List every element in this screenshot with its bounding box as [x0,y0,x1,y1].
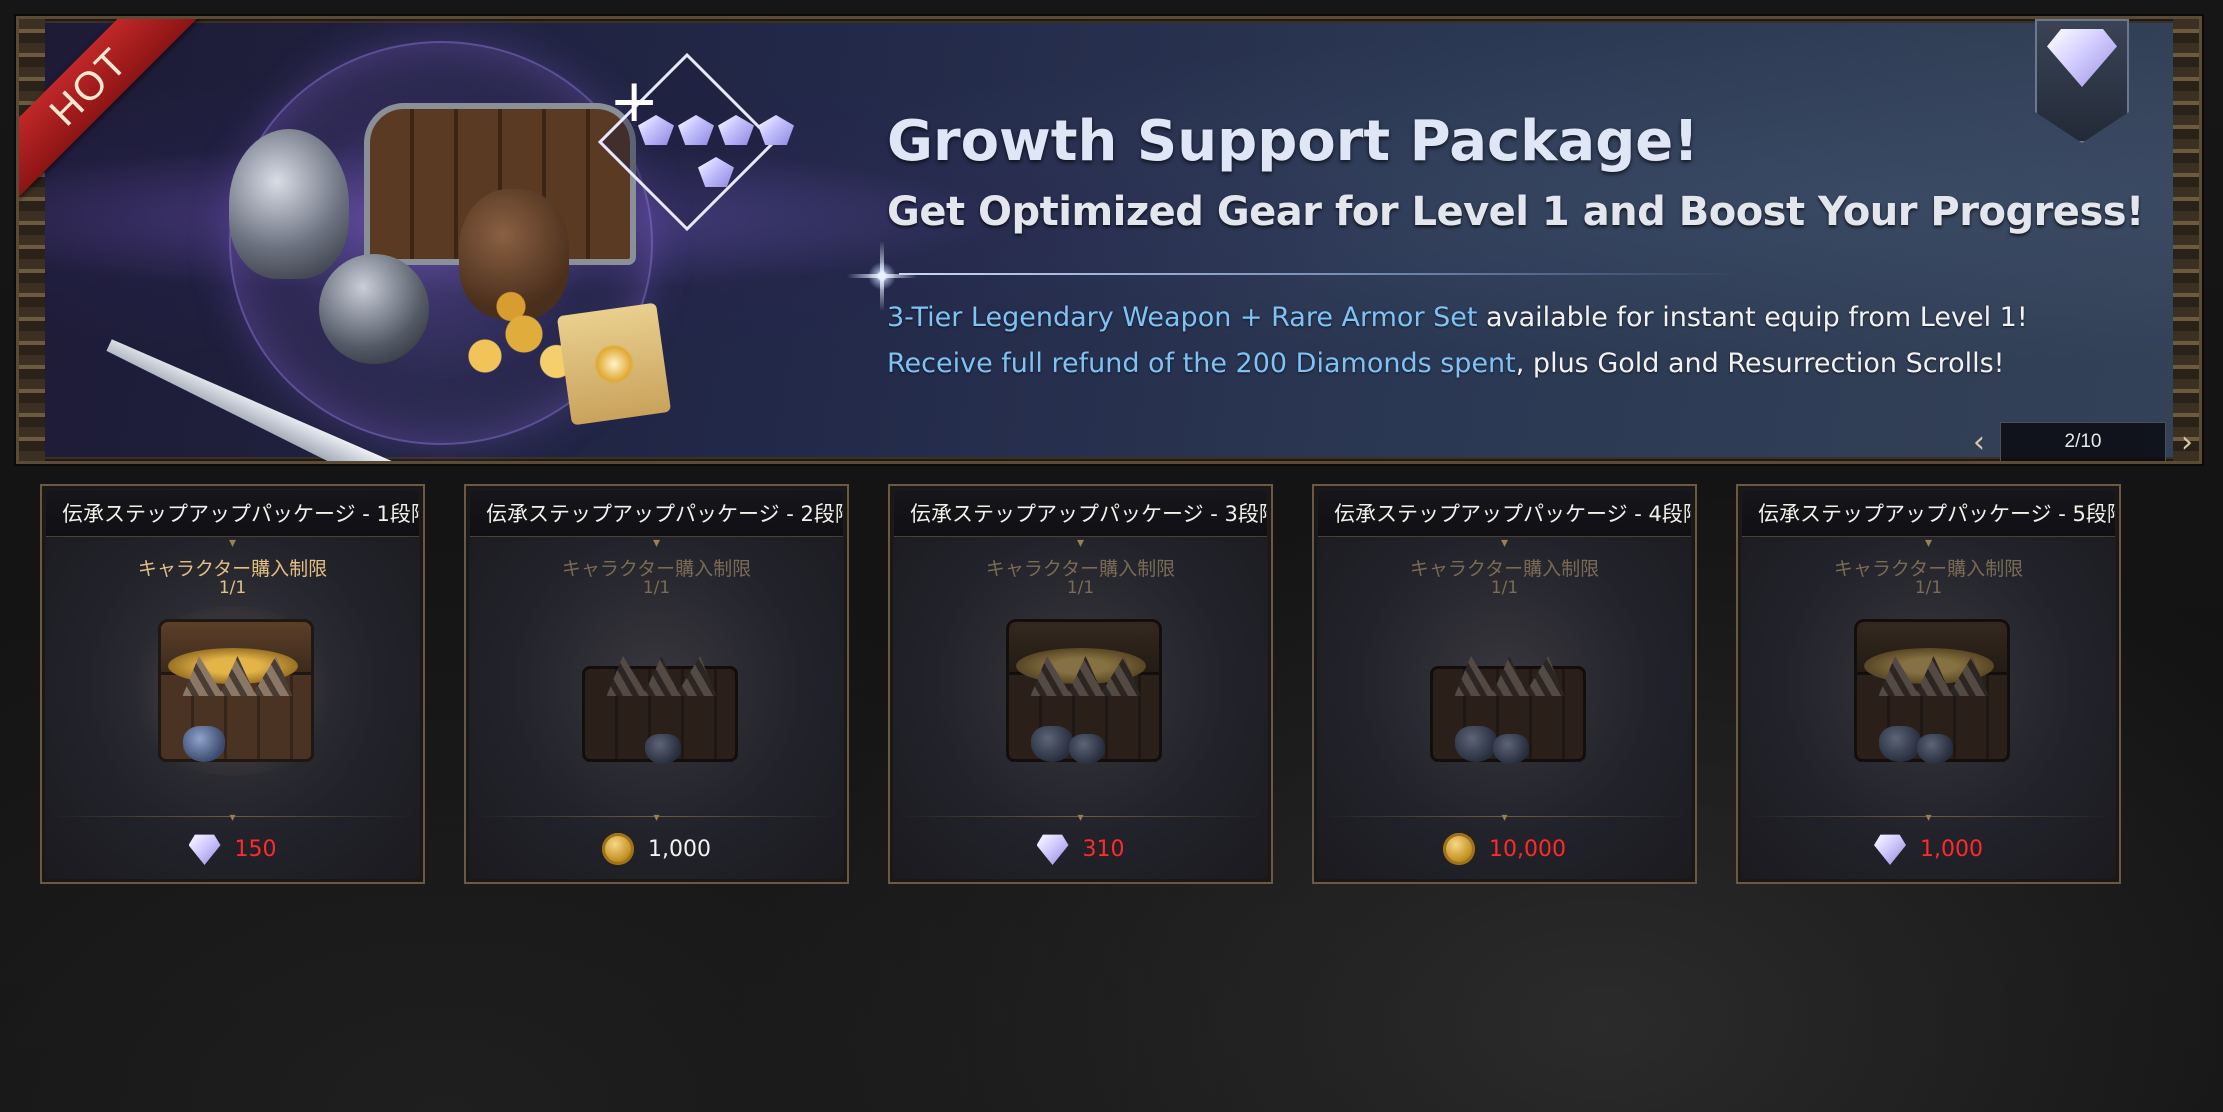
purchase-limit-label: キャラクター購入制限 [137,558,328,580]
package-name: 伝承ステップアップパッケージ - 3段階 [910,502,1267,526]
price: 310 [1082,836,1125,862]
ornament-icon: ▾ [652,535,661,551]
description-highlight: 3-Tier Legendary Weapon + Rare Armor Set [887,302,1478,333]
plus-icon: + [609,66,660,136]
resurrection-scroll-image [556,302,672,426]
armor-image [319,254,429,364]
page-indicator: 2/10 [2000,422,2166,461]
package-card-4[interactable]: 伝承ステップアップパッケージ - 4段階 ▾ キャラクター購入制限 1/1 ▾ … [1312,484,1697,884]
ornament-icon: ▾ [1077,810,1084,824]
price-row: 150 [42,826,423,872]
banner-pager: ‹ 2/10 › [1964,421,2199,461]
banner-description-line-1: 3-Tier Legendary Weapon + Rare Armor Set… [887,302,2028,333]
purchase-limit-label: キャラクター購入制限 [1833,558,2024,580]
purchase-limit-count: 1/1 [1490,578,1519,598]
price-row: 1,000 [466,826,847,872]
purchase-limit-label: キャラクター購入制限 [985,558,1176,580]
chevron-right-icon[interactable]: › [2172,422,2199,461]
package-list: 伝承ステップアップパッケージ - 1段階 ▾ キャラクター購入制限 1/1 ▾ … [40,484,2140,886]
ornament-icon: ▾ [1501,810,1508,824]
price: 10,000 [1489,836,1566,862]
ornament-icon: ▾ [653,810,660,824]
package-name: 伝承ステップアップパッケージ - 5段階 [1758,502,2115,526]
description-text: , plus Gold and Resurrection Scrolls! [1515,348,2005,379]
purchase-limit-label: キャラクター購入制限 [1409,558,1600,580]
card-header: 伝承ステップアップパッケージ - 2段階 [470,490,843,537]
package-name: 伝承ステップアップパッケージ - 1段階 [62,502,419,526]
price: 1,000 [1920,836,1983,862]
purchase-limit-count: 1/1 [1066,578,1095,598]
ornament-icon: ▾ [229,810,236,824]
ornament-icon: ▾ [1076,535,1085,551]
package-name: 伝承ステップアップパッケージ - 4段階 [1334,502,1691,526]
diamond-icon [1036,834,1069,865]
price-row: 1,000 [1738,826,2119,872]
package-card-3[interactable]: 伝承ステップアップパッケージ - 3段階 ▾ キャラクター購入制限 1/1 ▾ … [888,484,1273,884]
price-row: 310 [890,826,1271,872]
purchase-limit-count: 1/1 [1914,578,1943,598]
sparkle-icon [857,241,907,311]
price: 150 [234,836,277,862]
banner-divider [899,273,1739,275]
diamond-emblem-icon [2035,19,2129,143]
card-header: 伝承ステップアップパッケージ - 1段階 [46,490,419,537]
package-card-1[interactable]: 伝承ステップアップパッケージ - 1段階 ▾ キャラクター購入制限 1/1 ▾ … [40,484,425,884]
package-image [122,606,343,776]
package-image [1395,606,1615,776]
promo-banner[interactable]: HOT + Growth Support Package! Get Optimi… [16,16,2202,464]
price: 1,000 [648,836,711,862]
banner-frame-right [2173,19,2199,461]
gold-coin-icon [1443,833,1475,865]
banner-frame-left [19,19,45,461]
helmet-image [229,129,349,279]
price-row: 10,000 [1314,826,1695,872]
diamond-icon [1874,834,1906,865]
purchase-limit-count: 1/1 [642,578,671,598]
banner-title: Growth Support Package! [887,109,1699,174]
banner-subtitle: Get Optimized Gear for Level 1 and Boost… [887,189,2144,235]
package-image [547,606,767,776]
purchase-limit-count: 1/1 [218,578,247,598]
ornament-icon: ▾ [1925,810,1932,824]
package-image [971,606,1191,776]
description-text: available for instant equip from Level 1… [1477,302,2028,333]
ornament-icon: ▾ [228,535,237,551]
package-name: 伝承ステップアップパッケージ - 2段階 [486,502,843,526]
card-header: 伝承ステップアップパッケージ - 5段階 [1742,490,2115,537]
card-header: 伝承ステップアップパッケージ - 3段階 [894,490,1267,537]
ornament-icon: ▾ [1500,535,1509,551]
package-card-5[interactable]: 伝承ステップアップパッケージ - 5段階 ▾ キャラクター購入制限 1/1 ▾ … [1736,484,2121,884]
ornament-icon: ▾ [1924,535,1933,551]
chevron-left-icon[interactable]: ‹ [1964,422,1994,461]
banner-description-line-2: Receive full refund of the 200 Diamonds … [887,348,2005,379]
package-image [1819,606,2039,776]
description-highlight: Receive full refund of the 200 Diamonds … [887,348,1516,379]
card-header: 伝承ステップアップパッケージ - 4段階 [1318,490,1691,537]
diamond-icon [188,834,221,865]
package-card-2[interactable]: 伝承ステップアップパッケージ - 2段階 ▾ キャラクター購入制限 1/1 ▾ … [464,484,849,884]
gold-coin-icon [602,833,634,865]
purchase-limit-label: キャラクター購入制限 [561,558,752,580]
hot-label: HOT [41,39,137,135]
